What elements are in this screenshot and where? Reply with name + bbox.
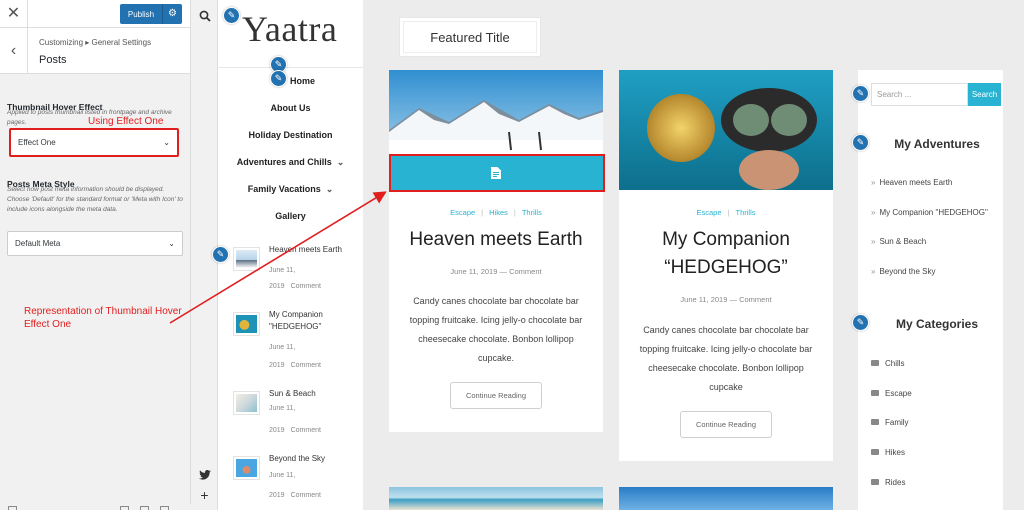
- annotation-arrow: [169, 191, 387, 324]
